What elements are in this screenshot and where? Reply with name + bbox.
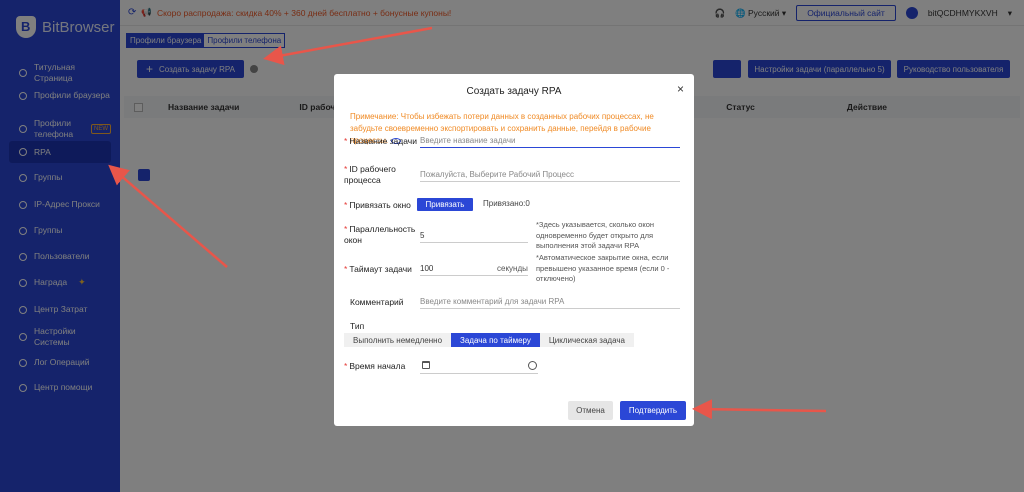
bind-window-label: * Привязать окно bbox=[344, 200, 411, 210]
clock-icon[interactable] bbox=[528, 361, 537, 370]
timeout-label: * Таймаут задачи bbox=[344, 264, 412, 274]
bind-button[interactable]: Привязать bbox=[417, 198, 473, 211]
create-rpa-task-dialog: Создать задачу RPA × Примечание: Чтобы и… bbox=[334, 74, 694, 426]
dialog-title: Создать задачу RPA bbox=[466, 86, 562, 97]
timeout-note: *Автоматическое закрытие окна, если прев… bbox=[536, 253, 670, 283]
parallel-note: *Здесь указывается, сколько окон одновре… bbox=[536, 220, 655, 250]
task-type-selector: Выполнить немедленно Задача по таймеру Ц… bbox=[344, 333, 634, 347]
type-option-timer[interactable]: Задача по таймеру bbox=[451, 333, 540, 347]
calendar-icon[interactable] bbox=[422, 361, 430, 369]
bound-count: Привязано:0 bbox=[483, 199, 530, 208]
timeout-unit: секунды bbox=[497, 264, 528, 273]
cancel-button[interactable]: Отмена bbox=[568, 401, 613, 420]
close-icon[interactable]: × bbox=[677, 82, 684, 96]
start-time-input[interactable] bbox=[420, 373, 538, 374]
comment-label: Комментарий bbox=[350, 297, 404, 307]
task-name-label: * Название задачи bbox=[344, 136, 417, 146]
start-time-label: * Время начала bbox=[344, 361, 406, 371]
task-name-input[interactable]: Введите название задачи bbox=[420, 134, 680, 148]
workflow-select[interactable]: Пожалуйста, Выберите Рабочий Процесс bbox=[420, 168, 680, 182]
type-option-immediate[interactable]: Выполнить немедленно bbox=[344, 333, 452, 347]
parallel-input[interactable]: 5 bbox=[420, 229, 528, 243]
confirm-button[interactable]: Подтвердить bbox=[620, 401, 686, 420]
comment-input[interactable]: Введите комментарий для задачи RPA bbox=[420, 295, 680, 309]
type-option-cyclic[interactable]: Циклическая задача bbox=[539, 333, 634, 347]
type-label: Тип bbox=[350, 321, 365, 331]
workflow-id-label: * ID рабочего процесса bbox=[344, 164, 396, 185]
parallel-label: * Параллельность окон bbox=[344, 224, 416, 245]
